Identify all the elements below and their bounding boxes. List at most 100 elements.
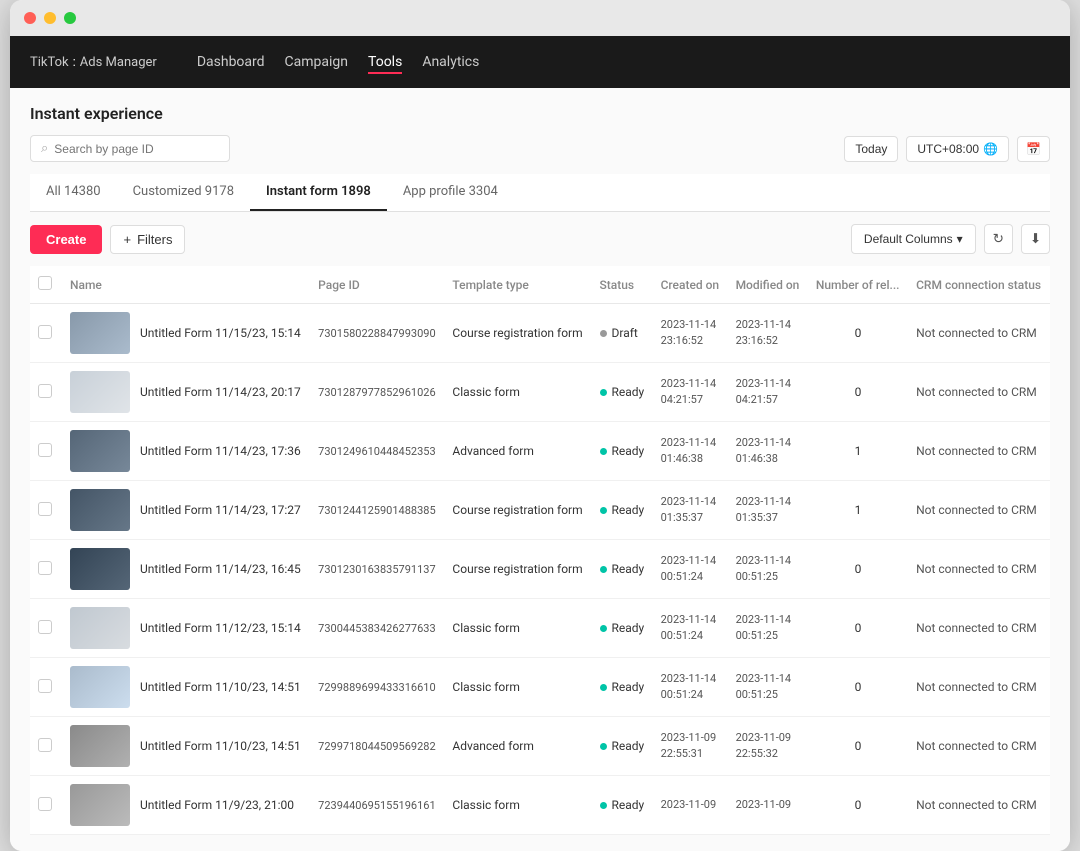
chevron-down-icon: ▾ [957, 232, 963, 246]
row-checkbox-3[interactable] [38, 502, 52, 516]
row-crm-status: Not connected to CRM [908, 304, 1050, 363]
row-checkbox-4[interactable] [38, 561, 52, 575]
status-dot [600, 566, 607, 573]
row-rel-count: 1 [808, 422, 908, 481]
row-crm-status: Not connected to CRM [908, 658, 1050, 717]
row-checkbox-cell [30, 776, 62, 835]
maximize-dot[interactable] [64, 12, 76, 24]
search-box[interactable]: ⌕ [30, 135, 230, 162]
row-template: Advanced form [444, 717, 591, 776]
row-created: 2023-11-1401:46:38 [653, 422, 728, 481]
status-label: Ready [612, 680, 645, 694]
header-checkbox[interactable] [38, 276, 52, 290]
row-crm-status: Not connected to CRM [908, 422, 1050, 481]
row-template: Classic form [444, 658, 591, 717]
row-checkbox-cell [30, 363, 62, 422]
row-modified: 2023-11-1401:35:37 [728, 481, 808, 540]
form-name: Untitled Form 11/14/23, 17:36 [140, 444, 301, 458]
form-thumbnail [70, 607, 130, 649]
form-thumbnail [70, 371, 130, 413]
timezone-button[interactable]: UTC+08:00 🌐 [906, 136, 1009, 162]
form-name: Untitled Form 11/12/23, 15:14 [140, 621, 301, 635]
tab-all[interactable]: All 14380 [30, 174, 117, 211]
col-modified: Modified on [728, 266, 808, 304]
row-modified: 2023-11-1423:16:52 [728, 304, 808, 363]
tab-app-profile[interactable]: App profile 3304 [387, 174, 514, 211]
refresh-button[interactable]: ↻ [984, 224, 1013, 254]
left-actions: Create + Filters [30, 225, 185, 254]
brand-name: TikTok [30, 55, 69, 70]
tab-customized[interactable]: Customized 9178 [117, 174, 250, 211]
create-button[interactable]: Create [30, 225, 102, 254]
search-input[interactable] [54, 142, 219, 156]
nav-campaign[interactable]: Campaign [285, 50, 348, 74]
row-status: Ready [592, 363, 653, 422]
form-name: Untitled Form 11/10/23, 14:51 [140, 680, 301, 694]
status-label: Ready [612, 739, 645, 753]
row-checkbox-cell [30, 658, 62, 717]
navbar: TikTok: Ads Manager Dashboard Campaign T… [10, 36, 1070, 88]
nav-analytics[interactable]: Analytics [422, 50, 479, 74]
form-name: Untitled Form 11/14/23, 20:17 [140, 385, 301, 399]
col-created: Created on [653, 266, 728, 304]
filter-icon: + [123, 232, 131, 247]
columns-label: Default Columns [864, 232, 953, 246]
row-name-cell: Untitled Form 11/14/23, 20:17 [62, 363, 310, 422]
table-row: Untitled Form 11/14/23, 20:17 7301287977… [30, 363, 1050, 422]
form-name: Untitled Form 11/14/23, 17:27 [140, 503, 301, 517]
close-dot[interactable] [24, 12, 36, 24]
row-modified: 2023-11-09 [728, 776, 808, 835]
tab-instant-form[interactable]: Instant form 1898 [250, 174, 387, 211]
form-thumbnail [70, 784, 130, 826]
row-template: Course registration form [444, 540, 591, 599]
col-name: Name [62, 266, 310, 304]
table-header: Name Page ID Template type Status Create… [30, 266, 1050, 304]
nav-dashboard[interactable]: Dashboard [197, 50, 265, 74]
calendar-button[interactable]: 📅 [1017, 136, 1050, 162]
columns-button[interactable]: Default Columns ▾ [851, 224, 976, 254]
row-name-cell: Untitled Form 11/14/23, 16:45 [62, 540, 310, 599]
row-status: Ready [592, 658, 653, 717]
row-page-id: 7299718044509569282 [310, 717, 444, 776]
row-created: 2023-11-1423:16:52 [653, 304, 728, 363]
row-checkbox-7[interactable] [38, 738, 52, 752]
row-checkbox-5[interactable] [38, 620, 52, 634]
status-label: Ready [612, 444, 645, 458]
row-page-id: 7301287977852961026 [310, 363, 444, 422]
form-thumbnail [70, 312, 130, 354]
row-created: 2023-11-0922:55:31 [653, 717, 728, 776]
row-crm-status: Not connected to CRM [908, 481, 1050, 540]
row-modified: 2023-11-1400:51:25 [728, 540, 808, 599]
tab-bar: All 14380 Customized 9178 Instant form 1… [30, 174, 1050, 212]
calendar-icon: 📅 [1026, 142, 1041, 156]
row-status: Ready [592, 422, 653, 481]
row-status: Ready [592, 481, 653, 540]
status-dot [600, 389, 607, 396]
row-name-cell: Untitled Form 11/14/23, 17:27 [62, 481, 310, 540]
today-button[interactable]: Today [844, 136, 898, 162]
row-checkbox-1[interactable] [38, 384, 52, 398]
minimize-dot[interactable] [44, 12, 56, 24]
refresh-icon: ↻ [993, 231, 1004, 247]
page-content: Instant experience ⌕ Today UTC+08:00 🌐 📅… [10, 88, 1070, 851]
row-checkbox-6[interactable] [38, 679, 52, 693]
row-created: 2023-11-1401:35:37 [653, 481, 728, 540]
status-dot [600, 743, 607, 750]
table-row: Untitled Form 11/15/23, 15:14 7301580228… [30, 304, 1050, 363]
row-checkbox-8[interactable] [38, 797, 52, 811]
row-name-cell: Untitled Form 11/15/23, 15:14 [62, 304, 310, 363]
top-toolbar: ⌕ Today UTC+08:00 🌐 📅 [30, 135, 1050, 162]
table-container: Name Page ID Template type Status Create… [30, 266, 1050, 835]
row-page-id: 7301580228847993090 [310, 304, 444, 363]
row-crm-status: Not connected to CRM [908, 363, 1050, 422]
status-dot [600, 625, 607, 632]
row-created: 2023-11-1400:51:24 [653, 540, 728, 599]
filters-button[interactable]: + Filters [110, 225, 185, 254]
row-checkbox-cell [30, 422, 62, 481]
row-checkbox-0[interactable] [38, 325, 52, 339]
row-checkbox-2[interactable] [38, 443, 52, 457]
nav-tools[interactable]: Tools [368, 50, 402, 74]
table-row: Untitled Form 11/12/23, 15:14 7300445383… [30, 599, 1050, 658]
status-dot [600, 684, 607, 691]
download-button[interactable]: ⬇ [1021, 224, 1050, 254]
